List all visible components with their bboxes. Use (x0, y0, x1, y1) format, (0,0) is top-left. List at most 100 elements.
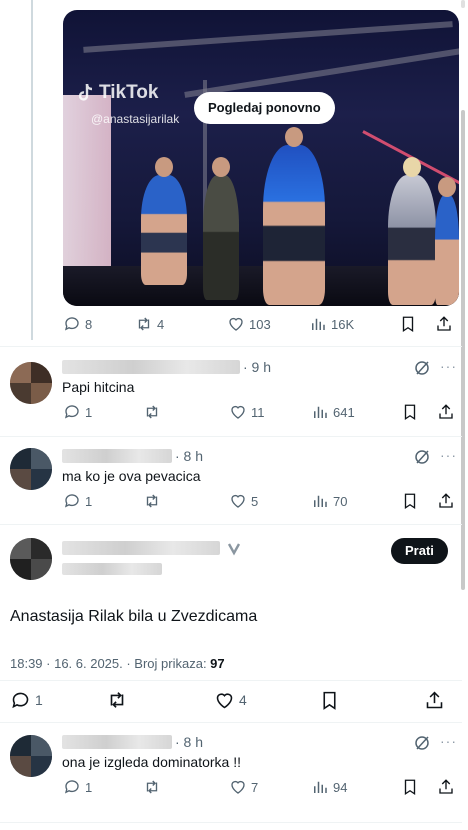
like-count: 103 (249, 316, 271, 332)
views-icon (314, 406, 327, 418)
reply-count: 1 (85, 404, 93, 420)
post-actions: 1 4 (10, 688, 460, 712)
avatar[interactable] (10, 448, 52, 490)
dancer (141, 157, 187, 285)
post-views: 97 (210, 656, 225, 671)
repost-count: 4 (157, 316, 165, 332)
stage-truss (83, 21, 453, 53)
share-button[interactable] (424, 690, 448, 711)
avatar[interactable] (10, 735, 52, 777)
repost-button[interactable] (143, 403, 229, 421)
repost-button[interactable] (143, 778, 229, 796)
reply-time: · 9 h (243, 359, 272, 375)
repost-button[interactable] (143, 492, 229, 510)
bookmark-button[interactable] (399, 315, 435, 333)
tiktok-brand: TikTok (99, 82, 159, 103)
blurred-username[interactable] (62, 449, 172, 463)
reply-icon (64, 317, 79, 331)
like-icon (229, 317, 243, 331)
reply-button[interactable]: 1 (10, 690, 106, 711)
view-count: 641 (333, 404, 355, 420)
divider (0, 680, 462, 681)
post-meta: 18:39 · 16. 6. 2025. · Broj prikaza: 97 (10, 656, 225, 671)
replay-button[interactable]: Pogledaj ponovno (194, 92, 335, 124)
blurred-username[interactable] (62, 735, 172, 749)
like-count: 7 (251, 779, 259, 795)
views-button[interactable]: 70 (311, 492, 401, 510)
views-button[interactable]: 16K (309, 315, 399, 333)
reply-button[interactable]: 8 (63, 315, 135, 333)
reply-text: ona je izgleda dominatorka !! (62, 754, 241, 770)
grok-icon[interactable] (414, 449, 430, 465)
bookmark-icon (323, 691, 336, 710)
repost-icon (146, 494, 158, 508)
thread-line (31, 0, 33, 340)
bookmark-button[interactable] (401, 403, 437, 421)
dancer (203, 157, 239, 300)
share-icon (439, 404, 453, 419)
share-button[interactable] (437, 403, 461, 421)
divider (0, 722, 462, 723)
like-button[interactable]: 11 (229, 403, 311, 421)
like-button[interactable]: 7 (229, 778, 311, 796)
reply-text: ma ko je ova pevacica (62, 468, 201, 484)
post-date: 18:39 · 16. 6. 2025. · Broj prikaza: (10, 656, 211, 671)
views-button[interactable]: 94 (311, 778, 401, 796)
post-text: Anastasija Rilak bila u Zvezdicama (10, 608, 258, 625)
like-button[interactable]: 4 (214, 690, 319, 711)
bookmark-icon (402, 316, 414, 333)
tiktok-logo-icon (78, 83, 93, 101)
reply-button[interactable]: 1 (63, 778, 143, 796)
avatar[interactable] (10, 362, 52, 404)
reply-icon (64, 494, 79, 508)
bookmark-icon (404, 779, 416, 796)
reply-button[interactable]: 1 (63, 492, 143, 510)
views-icon (312, 318, 325, 330)
view-count: 94 (333, 779, 348, 795)
bookmark-icon (404, 404, 416, 421)
reply-button[interactable]: 1 (63, 403, 143, 421)
divider (0, 822, 462, 823)
blurred-username[interactable] (62, 360, 240, 374)
tweet-actions: 8 4 103 16K (63, 312, 461, 336)
dancer (263, 127, 325, 305)
video-player[interactable]: TikTok @anastasijarilak Pogledaj ponovno (63, 10, 459, 306)
follow-button[interactable]: Prati (391, 538, 448, 564)
share-button[interactable] (435, 315, 459, 333)
share-button[interactable] (437, 492, 461, 510)
bookmark-button[interactable] (319, 690, 424, 711)
reply-time: · 8 h (175, 734, 204, 750)
reply-actions: 1 7 94 (63, 775, 461, 799)
divider (0, 436, 462, 437)
grok-icon[interactable] (414, 360, 430, 376)
views-button[interactable]: 641 (311, 403, 401, 421)
blurred-display-name[interactable] (62, 541, 220, 555)
view-count: 70 (333, 493, 348, 509)
like-button[interactable]: 103 (227, 315, 309, 333)
scrollbar-thumb[interactable] (461, 110, 465, 590)
bookmark-button[interactable] (401, 492, 437, 510)
like-count: 4 (239, 692, 247, 708)
share-icon (437, 316, 451, 331)
blurred-handle[interactable] (62, 563, 162, 575)
share-button[interactable] (437, 778, 461, 796)
share-icon (439, 779, 453, 794)
reply-count: 1 (85, 779, 93, 795)
repost-icon (146, 780, 158, 794)
bookmark-button[interactable] (401, 778, 437, 796)
share-icon (426, 691, 443, 708)
like-icon (231, 780, 245, 794)
tiktok-watermark: TikTok (77, 82, 158, 104)
tiktok-username: @anastasijarilak (91, 112, 180, 126)
more-icon[interactable]: ··· (440, 358, 457, 374)
reply-icon (64, 780, 79, 794)
grok-icon[interactable] (414, 735, 430, 751)
avatar[interactable] (10, 538, 52, 580)
reply-count: 8 (85, 316, 93, 332)
like-button[interactable]: 5 (229, 492, 311, 510)
reply-time: · 8 h (175, 448, 204, 464)
repost-button[interactable] (106, 689, 214, 711)
more-icon[interactable]: ··· (440, 733, 457, 749)
more-icon[interactable]: ··· (440, 447, 457, 463)
repost-button[interactable]: 4 (135, 315, 227, 333)
